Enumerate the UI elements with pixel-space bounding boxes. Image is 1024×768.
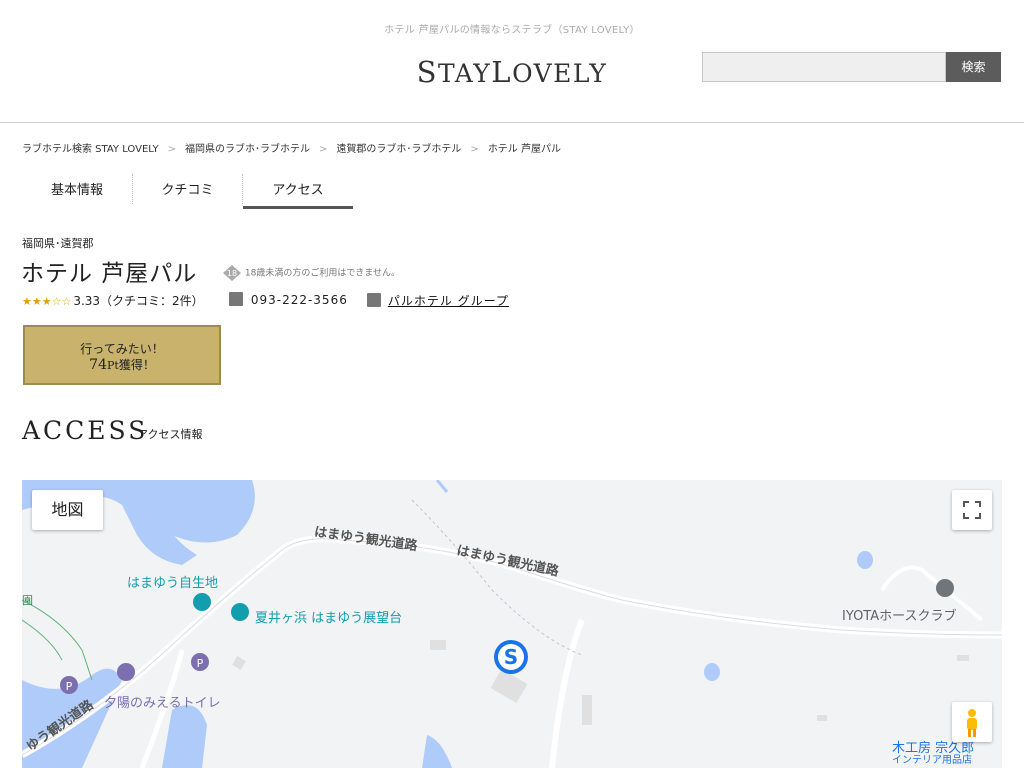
want-to-go-points: 74Pt獲得！: [25, 356, 219, 373]
pond: [704, 663, 720, 681]
breadcrumb-separator: >: [319, 144, 328, 155]
points-unit: Pt: [106, 359, 119, 372]
building: [430, 640, 446, 650]
building: [817, 715, 827, 721]
map-type-button[interactable]: 地図: [32, 490, 103, 530]
site-header: ホテル 芦屋パルの情報ならステラブ（STAY LOVELY） STAYLOVEL…: [0, 0, 1024, 123]
rating-row: ★★★☆☆ 3.33（クチコミ：2件）: [22, 292, 204, 309]
logo-letter: S: [416, 55, 438, 89]
rating-stars: ★★★☆☆: [22, 295, 72, 308]
access-heading: ACCESS: [22, 416, 149, 445]
park-path: [22, 619, 63, 661]
age-restriction: 18 18歳未満の方のご利用はできません。: [222, 264, 400, 282]
street-view-button[interactable]: [952, 702, 992, 742]
points-value: 74: [89, 357, 107, 373]
breadcrumb: ラブホテル検索 STAY LOVELY > 福岡県のラブホ･ラブホテル > 遠賀郡のラブ…: [22, 140, 561, 155]
phone-row: 093-222-3566: [229, 292, 348, 307]
map-base: S P P: [22, 480, 1002, 768]
road-side: [549, 618, 585, 768]
svg-text:P: P: [66, 680, 73, 693]
poi-label[interactable]: 夏井ヶ浜 はまゆう展望台: [255, 607, 402, 626]
toilet-pin: [117, 663, 135, 681]
hotel-name: ホテル 芦屋パル: [21, 261, 198, 287]
tab-access[interactable]: アクセス: [243, 174, 353, 209]
poi-pin: [193, 593, 211, 611]
logo-letter: L: [491, 55, 513, 89]
site-tagline: ホテル 芦屋パルの情報ならステラブ（STAY LOVELY）: [384, 25, 640, 36]
age-restriction-text: 18歳未満の方のご利用はできません。: [244, 268, 401, 279]
phone-number[interactable]: 093-222-3566: [251, 293, 348, 307]
access-subheading: アクセス情報: [137, 428, 203, 441]
review-count[interactable]: （クチコミ：2件）: [100, 294, 204, 308]
breadcrumb-separator: >: [167, 144, 177, 155]
svg-text:18: 18: [227, 269, 237, 278]
fullscreen-button[interactable]: [952, 490, 992, 530]
building: [232, 656, 246, 670]
tab-reviews[interactable]: クチコミ: [133, 174, 242, 208]
breadcrumb-link-area[interactable]: 遠賀郡のラブホ･ラブホテル: [336, 140, 461, 155]
hotel-group-link[interactable]: パルホテル グループ: [388, 294, 509, 308]
poi-label[interactable]: インテリア用品店: [892, 751, 972, 766]
poi-label[interactable]: 園: [22, 592, 33, 608]
park-path: [22, 599, 93, 681]
sea-water: [162, 705, 207, 768]
fullscreen-icon: [963, 501, 981, 519]
svg-text:P: P: [197, 657, 204, 670]
site-logo[interactable]: STAYLOVELY: [380, 55, 644, 89]
svg-text:S: S: [504, 645, 518, 669]
google-map[interactable]: S P P はまゆう観光道路 はまゆう観光道路 ゆう観光道路 はまゆう自生地 夏…: [22, 480, 1002, 768]
poi-label[interactable]: はまゆう自生地: [127, 572, 218, 591]
age-restriction-icon: 18: [223, 265, 241, 281]
stream: [435, 480, 449, 493]
breadcrumb-separator: >: [470, 144, 479, 155]
pegman-icon: [967, 709, 977, 737]
search-input[interactable]: [702, 52, 946, 82]
poi-label[interactable]: 夕陽のみえるトイレ: [104, 692, 221, 711]
logo-text: OVELY: [512, 59, 608, 88]
building: [582, 695, 592, 725]
poi-label[interactable]: IYOTAホースクラブ: [842, 605, 956, 624]
pond: [857, 551, 873, 569]
building: [957, 655, 969, 661]
breadcrumb-link-top[interactable]: ラブホテル検索 STAY LOVELY: [22, 140, 159, 155]
group-row: パルホテル グループ: [367, 292, 509, 309]
points-suffix: 獲得！: [118, 358, 155, 372]
phone-icon: [229, 292, 243, 306]
search-button[interactable]: 検索: [946, 52, 1001, 82]
want-to-go-button[interactable]: 行ってみたい！ 74Pt獲得！: [23, 325, 221, 385]
sea-water: [422, 735, 452, 768]
hotel-prefecture: 福岡県･遠賀郡: [22, 237, 94, 250]
want-to-go-label: 行ってみたい！: [80, 342, 164, 356]
building: [490, 668, 528, 704]
breadcrumb-link-prefecture[interactable]: 福岡県のラブホ･ラブホテル: [185, 140, 310, 155]
place-pin: [936, 579, 954, 597]
poi-pin: [231, 603, 249, 621]
tab-basic-info[interactable]: 基本情報: [22, 174, 132, 208]
group-icon: [367, 293, 381, 307]
rating-value: 3.33: [73, 294, 101, 308]
breadcrumb-current: ホテル 芦屋パル: [487, 144, 561, 155]
logo-text: TAY: [437, 59, 492, 88]
